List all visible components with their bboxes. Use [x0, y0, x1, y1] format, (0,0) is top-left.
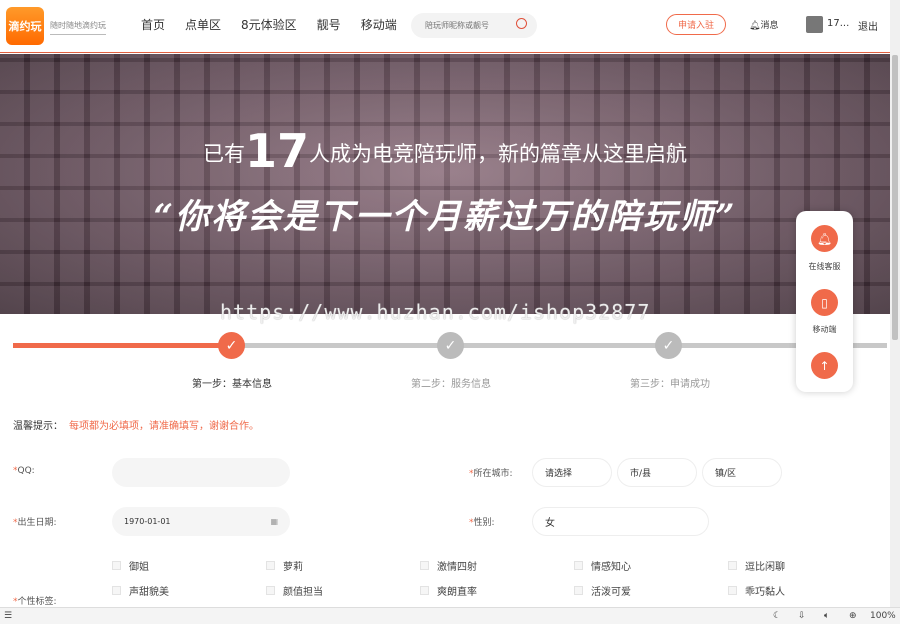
- tag-checkbox[interactable]: 逗比闲聊: [728, 558, 785, 573]
- checkbox-icon[interactable]: [420, 586, 429, 595]
- tag-checkbox[interactable]: 御姐: [112, 558, 149, 573]
- gender-select[interactable]: 女: [532, 507, 709, 536]
- checkbox-icon[interactable]: [420, 561, 429, 570]
- province-select[interactable]: 请选择: [532, 458, 612, 487]
- logo[interactable]: 滴约玩: [6, 7, 44, 45]
- header: 滴约玩 随时随地滴约玩 首页 点单区 8元体验区 靓号 移动端 申请入驻 🔔︎消…: [0, 0, 890, 53]
- calendar-icon[interactable]: ▦: [270, 517, 278, 526]
- tag-label: 爽朗直率: [437, 587, 477, 598]
- logout-link[interactable]: 退出: [858, 18, 878, 33]
- mobile-link[interactable]: 移动端: [796, 324, 853, 335]
- warm-tip: 温馨提示： 每项都为必填项，请准确填写，谢谢合作。: [13, 421, 259, 432]
- tag-label: 乖巧黏人: [745, 587, 785, 598]
- tag-checkbox[interactable]: 情感知心: [574, 558, 631, 573]
- checkbox-icon[interactable]: [574, 586, 583, 595]
- checkbox-icon[interactable]: [112, 561, 121, 570]
- slogan: 随时随地滴约玩: [50, 20, 106, 35]
- nav-mobile[interactable]: 移动端: [361, 16, 397, 33]
- nav-order[interactable]: 点单区: [185, 16, 221, 33]
- message-link[interactable]: 🔔︎消息: [749, 18, 778, 31]
- checkbox-icon[interactable]: [112, 586, 121, 595]
- sound-icon[interactable]: 🔈︎: [824, 611, 829, 621]
- tag-label: 御姐: [129, 562, 149, 573]
- download-icon[interactable]: ⇩: [798, 611, 806, 621]
- tag-checkbox[interactable]: 激情四射: [420, 558, 477, 573]
- banner-slogan: “你将会是下一个月薪过万的陪玩师”: [153, 197, 737, 237]
- birth-date-input[interactable]: 1970-01-01 ▦: [112, 507, 290, 536]
- menu-icon[interactable]: ☰: [4, 611, 12, 621]
- bell-icon[interactable]: 🔔︎: [811, 225, 838, 252]
- tag-label: 情感知心: [591, 562, 631, 573]
- tag-label: 激情四射: [437, 562, 477, 573]
- tags-label: *个性标签:: [13, 597, 57, 607]
- floating-sidebar: 🔔︎ 在线客服 ▯ 移动端 ↑: [796, 211, 853, 392]
- mobile-icon[interactable]: ▯: [811, 289, 838, 316]
- bell-icon: 🔔︎: [749, 21, 761, 31]
- tag-checkbox[interactable]: 颜值担当: [266, 583, 323, 598]
- checkbox-icon[interactable]: [728, 561, 737, 570]
- tag-label: 颜值担当: [283, 587, 323, 598]
- step-3-check-icon: ✓: [655, 332, 682, 359]
- avatar[interactable]: [806, 16, 823, 33]
- nav-home[interactable]: 首页: [141, 16, 165, 33]
- zoom-level[interactable]: 100%: [870, 611, 896, 621]
- city-select[interactable]: 市/县: [617, 458, 697, 487]
- qq-label: *QQ:: [13, 466, 35, 476]
- banner: 已有17人成为电竞陪玩师，新的篇章从这里启航 “你将会是下一个月薪过万的陪玩师”: [0, 54, 890, 314]
- city-label: *所在城市:: [469, 469, 513, 479]
- step-1-label: 第一步：基本信息: [192, 379, 272, 390]
- nav-number[interactable]: 靓号: [317, 16, 341, 33]
- checkbox-icon[interactable]: [728, 586, 737, 595]
- tag-label: 声甜貌美: [129, 587, 169, 598]
- qq-input[interactable]: [112, 458, 290, 487]
- step-1-check-icon: ✓: [218, 332, 245, 359]
- night-mode-icon[interactable]: ☾: [773, 611, 781, 621]
- progress-fill: [13, 343, 232, 348]
- apply-button[interactable]: 申请入驻: [666, 14, 726, 35]
- banner-headline: 已有17人成为电竞陪玩师，新的篇章从这里启航: [202, 124, 687, 178]
- tag-checkbox[interactable]: 活泼可爱: [574, 583, 631, 598]
- username[interactable]: 17...: [827, 18, 849, 29]
- scrollbar-thumb[interactable]: [892, 55, 898, 340]
- step-3-label: 第三步：申请成功: [630, 379, 710, 390]
- online-service-link[interactable]: 在线客服: [796, 261, 853, 272]
- birth-label: *出生日期:: [13, 518, 57, 528]
- zoom-icon[interactable]: ⊕: [849, 611, 857, 621]
- tag-label: 逗比闲聊: [745, 562, 785, 573]
- tag-checkbox[interactable]: 萝莉: [266, 558, 303, 573]
- checkbox-icon[interactable]: [574, 561, 583, 570]
- nav-trial[interactable]: 8元体验区: [241, 16, 297, 33]
- main-nav: 首页 点单区 8元体验区 靓号 移动端: [141, 16, 417, 33]
- checkbox-icon[interactable]: [266, 561, 275, 570]
- tag-label: 活泼可爱: [591, 587, 631, 598]
- step-2-check-icon: ✓: [437, 332, 464, 359]
- tag-checkbox[interactable]: 爽朗直率: [420, 583, 477, 598]
- gender-label: *性别:: [469, 518, 495, 528]
- tag-checkbox[interactable]: 声甜貌美: [112, 583, 169, 598]
- district-select[interactable]: 镇/区: [702, 458, 782, 487]
- step-2-label: 第二步：服务信息: [411, 379, 491, 390]
- tag-label: 萝莉: [283, 562, 303, 573]
- search-box: [411, 13, 537, 38]
- back-to-top-icon[interactable]: ↑: [811, 352, 838, 379]
- checkbox-icon[interactable]: [266, 586, 275, 595]
- status-bar: ☰ ☾ ⇩ 🔈︎ ⊕ 100%: [0, 607, 900, 624]
- watermark: https://www.huzhan.com/ishop32877: [220, 300, 651, 324]
- search-icon[interactable]: [516, 18, 527, 29]
- tag-checkbox[interactable]: 乖巧黏人: [728, 583, 785, 598]
- search-input[interactable]: [411, 13, 506, 38]
